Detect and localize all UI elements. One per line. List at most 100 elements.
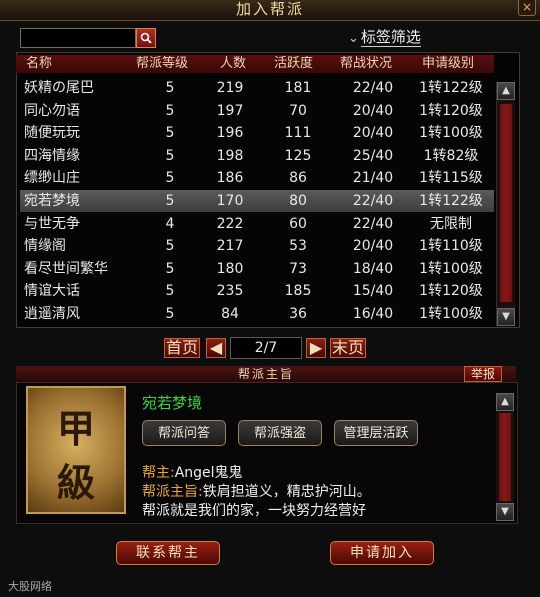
table-row[interactable]: 同心勿语 5 197 70 20/40 1转120级: [20, 100, 494, 122]
cell-activity: 36: [289, 306, 307, 322]
cell-req: 1转82级: [423, 147, 479, 164]
cell-name: 妖精の尾巴: [24, 80, 94, 96]
cell-war: 25/40: [352, 147, 394, 164]
tag-filter[interactable]: ⌄ 标签筛选: [348, 26, 421, 47]
join-guild-panel: 加入帮派 × ⌄ 标签筛选 名称 帮派等级 人数 活跃度 帮战状况 申请级别 妖精…: [0, 0, 540, 597]
table-row[interactable]: 妖精の尾巴 5 219 181 22/40 1转122级: [20, 77, 494, 99]
cell-level: 5: [165, 170, 175, 187]
cell-level: 5: [165, 260, 175, 277]
leader-value: Angel鬼鬼: [174, 465, 243, 481]
cell-activity: 53: [289, 238, 307, 255]
col-header-war: 帮战状况: [340, 56, 393, 71]
detail-scroll-up-icon[interactable]: ▲: [496, 393, 514, 411]
table-row[interactable]: 四海情缘 5 198 125 25/40 1转82级: [20, 145, 494, 167]
cell-level: 4: [165, 215, 175, 232]
watermark: 大股网络: [8, 580, 52, 593]
cell-name: 宛若梦境: [24, 193, 80, 209]
cell-count: 198: [216, 147, 244, 164]
cell-count: 84: [221, 306, 239, 322]
cell-req: 1转120级: [419, 102, 483, 119]
title-bar: 加入帮派 ×: [0, 0, 540, 21]
cell-count: 197: [216, 102, 244, 119]
cell-name: 四海情缘: [24, 147, 80, 164]
search-icon: [140, 32, 152, 44]
cell-activity: 73: [289, 260, 307, 277]
cell-level: 5: [165, 283, 175, 300]
cell-war: 20/40: [352, 238, 394, 255]
first-page-button[interactable]: 首页: [164, 338, 200, 358]
cell-level: 5: [165, 102, 175, 119]
cell-activity: 125: [284, 147, 312, 164]
cell-level: 5: [165, 80, 175, 96]
table-row[interactable]: 与世无争 4 222 60 22/40 无限制: [20, 213, 494, 235]
detail-scroll-down-icon[interactable]: ▼: [496, 503, 514, 521]
table-row[interactable]: 看尽世间繁华 5 180 73 18/40 1转100级: [20, 258, 494, 280]
cell-level: 5: [165, 306, 175, 322]
cell-activity: 111: [284, 125, 312, 142]
cell-req: 1转100级: [419, 260, 483, 277]
motto-line-2: 帮派就是我们的家，一块努力经营好: [142, 503, 366, 519]
next-page-icon[interactable]: ▶: [306, 338, 326, 358]
cell-count: 170: [216, 193, 244, 209]
cell-req: 1转120级: [419, 283, 483, 300]
col-header-name: 名称: [26, 56, 53, 71]
scroll-track[interactable]: [500, 104, 512, 302]
cell-war: 20/40: [352, 125, 394, 142]
cell-name: 看尽世间繁华: [24, 260, 108, 277]
close-button[interactable]: ×: [518, 0, 536, 16]
col-header-level: 帮派等级: [136, 56, 189, 71]
table-row[interactable]: 宛若梦境 5 170 80 22/40 1转122级: [20, 190, 494, 212]
cell-activity: 70: [289, 102, 307, 119]
cell-name: 同心勿语: [24, 102, 80, 119]
chevron-down-icon: ⌄: [348, 31, 359, 46]
scroll-down-icon[interactable]: ▼: [497, 308, 515, 326]
last-page-button[interactable]: 末页: [330, 338, 366, 358]
table-row[interactable]: 随便玩玩 5 196 111 20/40 1转100级: [20, 122, 494, 144]
cell-level: 5: [165, 193, 175, 209]
detail-scroll-track[interactable]: [499, 413, 511, 501]
cell-name: 缥缈山庄: [24, 170, 80, 187]
page-indicator: 2/7: [230, 337, 302, 359]
search-button[interactable]: [136, 28, 156, 48]
cell-activity: 185: [284, 283, 312, 300]
apply-join-button[interactable]: 申请加入: [330, 541, 434, 565]
cell-name: 与世无争: [24, 215, 80, 232]
leader-key: 帮主:: [142, 465, 175, 481]
cell-name: 逍遥清风: [24, 306, 80, 322]
detail-section-header: 帮派主旨: [16, 366, 516, 382]
cell-war: 18/40: [352, 260, 394, 277]
cell-name: 情缘阁: [24, 238, 66, 255]
detail-section-title: 帮派主旨: [237, 367, 294, 381]
list-scrollbar[interactable]: ▲ ▼: [496, 82, 515, 326]
guild-motto: 帮派主旨:铁肩担道义，精忠护河山。: [142, 481, 371, 501]
cell-war: 22/40: [352, 80, 394, 96]
detail-scrollbar[interactable]: ▲ ▼: [496, 393, 514, 521]
table-row[interactable]: 逍遥清风 5 84 36 16/40 1转100级: [20, 303, 494, 325]
report-button[interactable]: 举报: [464, 366, 502, 382]
table-row[interactable]: 情谊大话 5 235 185 15/40 1转120级: [20, 280, 494, 302]
prev-page-icon[interactable]: ◀: [206, 338, 226, 358]
cell-war: 22/40: [352, 193, 394, 209]
scroll-up-icon[interactable]: ▲: [497, 82, 515, 100]
cell-level: 5: [165, 147, 175, 164]
cell-war: 22/40: [352, 215, 394, 232]
search-input[interactable]: [20, 28, 136, 48]
guild-emblem: 甲 級: [26, 386, 126, 514]
cell-req: 1转100级: [419, 306, 483, 322]
cell-req: 1转100级: [419, 125, 483, 142]
cell-req: 1转115级: [419, 170, 483, 187]
col-header-req: 申请级别: [422, 56, 475, 71]
management-activity-button[interactable]: 管理层活跃: [334, 420, 418, 446]
cell-war: 16/40: [352, 306, 394, 322]
window-title: 加入帮派: [235, 0, 304, 18]
table-row[interactable]: 情缘阁 5 217 53 20/40 1转110级: [20, 235, 494, 257]
cell-req: 1转122级: [419, 80, 483, 96]
guild-qa-button[interactable]: 帮派问答: [142, 420, 226, 446]
cell-count: 196: [216, 125, 244, 142]
guild-robber-button[interactable]: 帮派强盗: [238, 420, 322, 446]
contact-leader-button[interactable]: 联系帮主: [116, 541, 220, 565]
cell-count: 222: [216, 215, 244, 232]
table-row[interactable]: 缥缈山庄 5 186 86 21/40 1转115级: [20, 167, 494, 189]
cell-req: 1转110级: [419, 238, 483, 255]
guild-leader: 帮主:Angel鬼鬼: [142, 462, 243, 482]
